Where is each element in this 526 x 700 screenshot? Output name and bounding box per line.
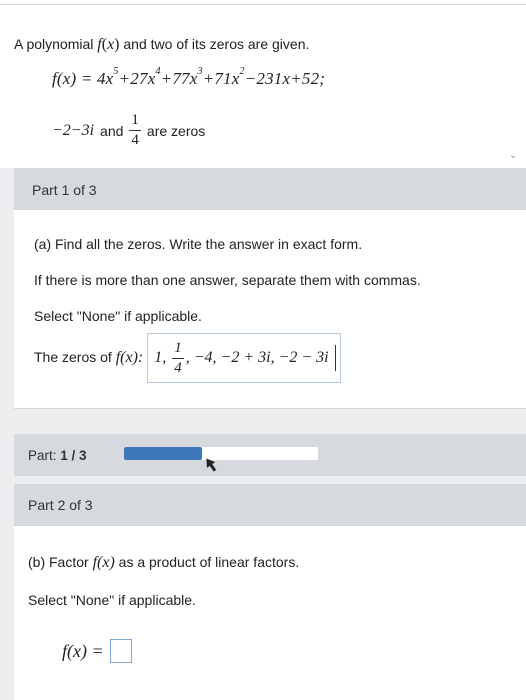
poly-lhs: f(x) =: [52, 69, 97, 88]
intro-prefix: A polynomial: [14, 36, 94, 52]
edge-mark: ⌄: [509, 150, 518, 161]
factor-lhs: f(x) =: [62, 640, 104, 661]
progress-label-text: Part:: [28, 448, 57, 463]
given-zero-numerator: 1: [129, 113, 141, 131]
progress-label: Part: 1 / 3: [28, 448, 87, 463]
answer-fraction-denominator: 4: [174, 359, 182, 376]
poly-exp-1: 5: [113, 66, 119, 77]
zeros-answer-label: The zeros of f(x):: [34, 349, 143, 367]
polynomial-equation: f(x) = 4x5+27x4+77x3+71x2−231x+52;: [52, 66, 326, 89]
given-zeros-suffix: are zeros: [146, 122, 206, 139]
zeros-answer-row: The zeros of f(x): 1, 1 4 , −4, −2 + 3i,…: [34, 333, 341, 383]
problem-intro: A polynomial f(x) and two of its zeros a…: [14, 36, 310, 53]
poly-exp-3: 3: [197, 66, 203, 77]
poly-exp-4: 2: [239, 66, 245, 77]
part2-header: Part 2 of 3: [14, 484, 526, 526]
part2-instruction-fx: f(x): [92, 554, 115, 571]
progress-value: 1 / 3: [60, 448, 87, 463]
problem-statement-area: A polynomial f(x) and two of its zeros a…: [0, 0, 526, 168]
answer-fraction: 1 4: [172, 340, 184, 376]
given-zero-complex: −2−3i: [52, 121, 95, 139]
answer-rest: , −4, −2 + 3i, −2 − 3i: [185, 349, 329, 366]
poly-term-3: +77x: [160, 69, 198, 88]
poly-term-4: +71x: [202, 69, 240, 88]
progress-bar-fill: [124, 447, 202, 460]
part1-title: Part 1 of 3: [32, 182, 97, 198]
part2-instruction-none: Select "None" if applicable.: [28, 592, 196, 608]
answer-label-prefix: The zeros of: [34, 349, 112, 365]
answer-fraction-numerator: 1: [172, 340, 184, 359]
answer-label-fx: f(x):: [115, 349, 144, 366]
answer-first: 1,: [154, 349, 167, 366]
poly-exp-2: 4: [155, 66, 161, 77]
zeros-answer-field[interactable]: 1, 1 4 , −4, −2 + 3i, −2 − 3i: [147, 333, 341, 383]
part1-instruction-c: Select "None" if applicable.: [34, 308, 202, 324]
part2-instruction-suffix: as a product of linear factors.: [118, 554, 300, 570]
given-zero-denominator: 4: [131, 132, 139, 148]
given-zeros-line: −2−3i and 1 4 are zeros: [52, 113, 205, 148]
part2-instruction: (b) Factor f(x) as a product of linear f…: [28, 554, 299, 572]
progress-row: Part: 1 / 3: [14, 434, 526, 476]
part1-instruction-a: (a) Find all the zeros. Write the answer…: [34, 236, 363, 252]
part1-body: (a) Find all the zeros. Write the answer…: [14, 210, 526, 409]
part2-instruction-prefix: (b) Factor: [28, 554, 89, 570]
poly-term-2: +27x: [118, 69, 156, 88]
part2-body: (b) Factor f(x) as a product of linear f…: [14, 526, 526, 700]
factor-answer-row: f(x) =: [62, 639, 132, 663]
mouse-cursor-icon: [206, 458, 217, 472]
given-zero-fraction: 1 4: [129, 113, 141, 148]
progress-bar: [124, 447, 318, 460]
top-divider: [0, 4, 526, 5]
poly-tail: −231x+52;: [244, 69, 326, 88]
intro-suffix: and two of its zeros are given.: [123, 36, 310, 52]
factor-answer-field[interactable]: [109, 639, 132, 663]
poly-term-1: 4x: [96, 69, 114, 88]
part1-header: Part 1 of 3: [14, 168, 526, 210]
part2-title: Part 2 of 3: [28, 497, 93, 513]
given-zeros-and: and: [100, 122, 124, 139]
text-caret: [334, 345, 336, 371]
part1-instruction-b: If there is more than one answer, separa…: [34, 272, 421, 288]
